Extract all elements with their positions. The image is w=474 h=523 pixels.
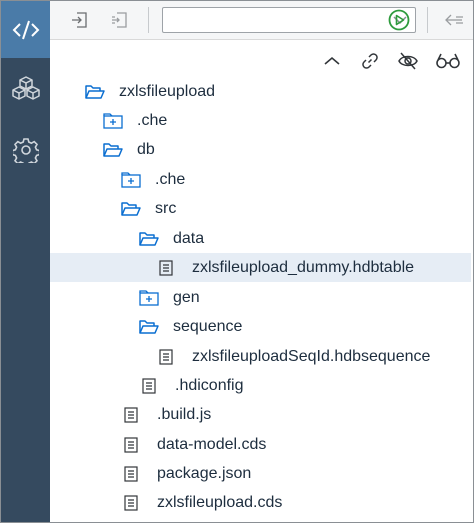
tree-row-label: zxlsfileuploadSeqId.hdbsequence: [192, 347, 431, 365]
tree-row[interactable]: sequence: [50, 312, 471, 341]
arrow-left-icon: [445, 14, 463, 26]
file-icon: [121, 494, 141, 512]
tree-row-selected[interactable]: zxlsfileupload_dummy.hdbtable: [50, 253, 471, 282]
folder-closed-icon: [103, 112, 123, 130]
file-tree: zxlsfileupload .che db .che src data zxl…: [50, 80, 473, 522]
file-icon: [156, 348, 176, 366]
file-icon: [139, 377, 159, 395]
collapse-all-button[interactable]: [68, 9, 90, 31]
file-icon: [156, 259, 176, 277]
file-icon: [121, 436, 141, 454]
tree-row[interactable]: db: [50, 135, 471, 164]
file-icon: [121, 406, 141, 424]
tree-row[interactable]: .build.js: [50, 400, 471, 429]
folder-open-icon: [139, 318, 159, 336]
cubes-icon: [11, 76, 40, 100]
toolbar-separator: [148, 7, 149, 33]
run-button[interactable]: [387, 8, 411, 32]
folder-open-icon: [139, 230, 159, 248]
tree-row[interactable]: package.json: [50, 459, 471, 488]
activity-settings[interactable]: [1, 123, 50, 177]
tree-row-label: zxlsfileupload_dummy.hdbtable: [192, 258, 415, 276]
tree-row-label: .che: [155, 170, 186, 188]
toggle-hidden-files-button[interactable]: [397, 50, 419, 72]
link-icon: [362, 53, 378, 69]
collapse-tree-button[interactable]: [321, 50, 343, 72]
code-icon: [12, 20, 39, 39]
workspace-frame: zxlsfileupload .che db .che src data zxl…: [0, 0, 474, 523]
folder-open-icon: [121, 200, 141, 218]
run-configuration-select[interactable]: [162, 7, 416, 33]
tree-row-label: sequence: [173, 317, 243, 335]
tree-row[interactable]: .hdiconfig: [50, 371, 471, 400]
tree-row-label: package.json: [157, 464, 252, 482]
login-icon: [72, 12, 87, 28]
tree-row[interactable]: data-model.cds: [50, 430, 471, 459]
eye-slash-icon: [398, 52, 418, 70]
tree-row[interactable]: data: [50, 224, 471, 253]
collapse-left-button[interactable]: [443, 9, 465, 31]
tree-row-label: zxlsfileupload.cds: [157, 493, 283, 511]
chevron-up-icon: [324, 56, 340, 65]
tree-row-label: gen: [173, 288, 200, 306]
tree-row-label: zxlsfileupload: [119, 82, 216, 100]
gear-icon: [12, 138, 39, 163]
file-icon: [121, 465, 141, 483]
activity-explorer[interactable]: [1, 61, 50, 115]
tree-row[interactable]: zxlsfileupload.cds: [50, 488, 471, 517]
export-icon: [112, 12, 127, 28]
tree-row[interactable]: .che: [50, 165, 471, 194]
folder-open-icon: [103, 141, 123, 159]
play-icon: [388, 9, 410, 31]
tree-row[interactable]: gen: [50, 283, 471, 312]
tree-row-label: .hdiconfig: [175, 376, 244, 394]
toolbar-separator-2: [427, 7, 428, 33]
tree-row[interactable]: zxlsfileupload: [50, 77, 471, 106]
glasses-icon: [436, 53, 460, 69]
explorer-toolbar: [50, 40, 473, 80]
tree-row[interactable]: src: [50, 194, 471, 223]
folder-closed-icon: [139, 289, 159, 307]
activity-code-editor[interactable]: [1, 1, 50, 58]
expand-button[interactable]: [108, 9, 130, 31]
tree-row-label: .che: [137, 111, 168, 129]
main-toolbar: [50, 1, 473, 40]
tree-row-label: .build.js: [157, 405, 212, 423]
folder-open-icon: [85, 83, 105, 101]
preview-button[interactable]: [435, 50, 461, 72]
tree-row[interactable]: .che: [50, 106, 471, 135]
tree-row-label: src: [155, 199, 177, 217]
activity-bar: [1, 1, 50, 522]
folder-closed-icon: [121, 171, 141, 189]
tree-row-label: db: [137, 140, 155, 158]
tree-row-label: data: [173, 229, 205, 247]
link-editor-button[interactable]: [359, 50, 381, 72]
tree-row-label: data-model.cds: [157, 435, 267, 453]
tree-row[interactable]: zxlsfileuploadSeqId.hdbsequence: [50, 342, 471, 371]
